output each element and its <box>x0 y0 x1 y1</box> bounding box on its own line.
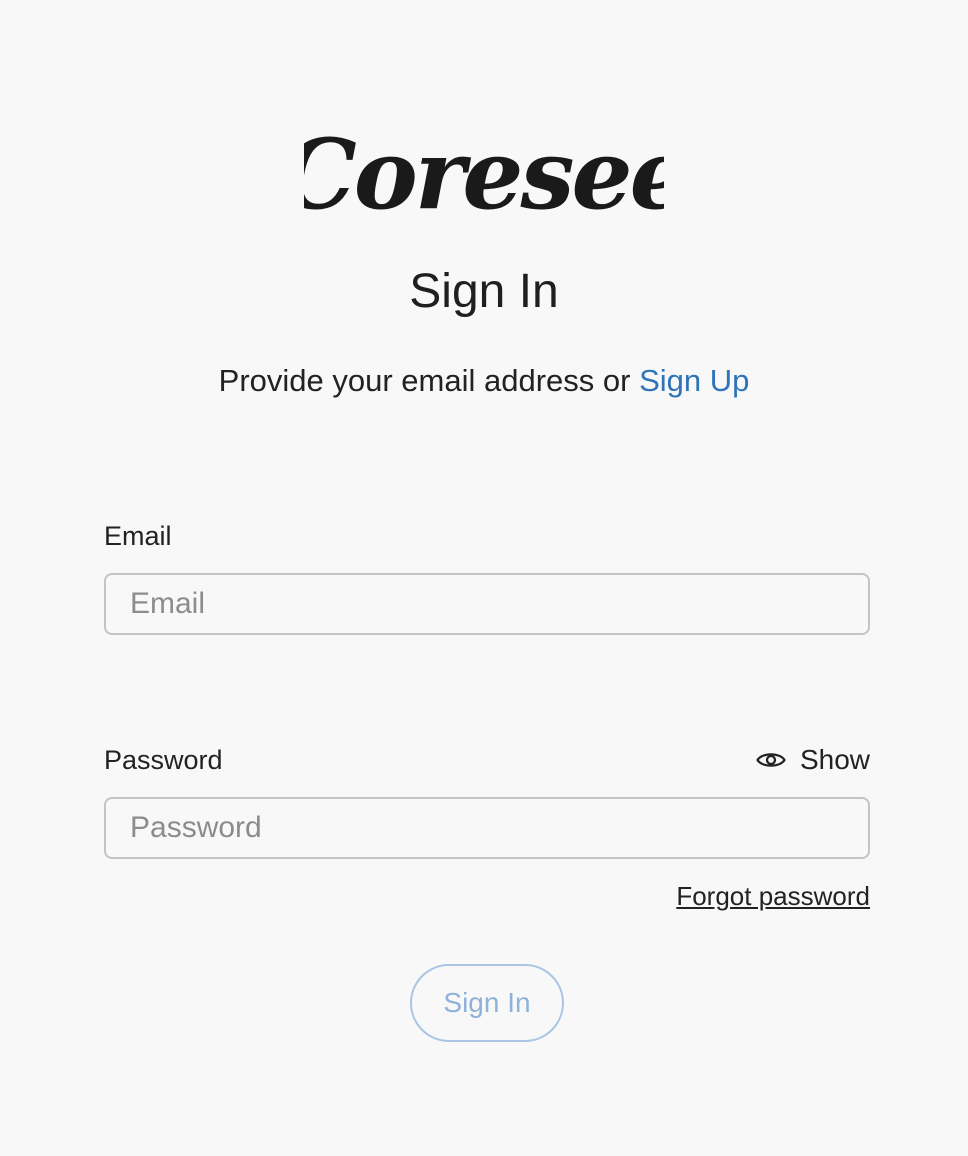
show-password-toggle[interactable]: Show <box>756 742 870 778</box>
email-input[interactable] <box>104 573 870 635</box>
sign-up-link[interactable]: Sign Up <box>639 363 749 398</box>
forgot-password-link[interactable]: Forgot password <box>676 880 870 912</box>
eye-icon <box>756 753 786 767</box>
page-title: Sign In <box>409 265 559 318</box>
password-label: Password <box>104 745 223 775</box>
email-label: Email <box>104 521 172 551</box>
password-input[interactable] <box>104 797 870 859</box>
page-subtitle: Provide your email address or Sign Up <box>0 362 968 400</box>
show-password-label: Show <box>799 744 870 775</box>
sign-in-button[interactable]: Sign In <box>410 964 564 1042</box>
brand-logo: Coresee <box>304 112 664 224</box>
subtitle-text: Provide your email address or <box>218 363 631 398</box>
brand-logo-text: Coresee <box>304 118 664 224</box>
